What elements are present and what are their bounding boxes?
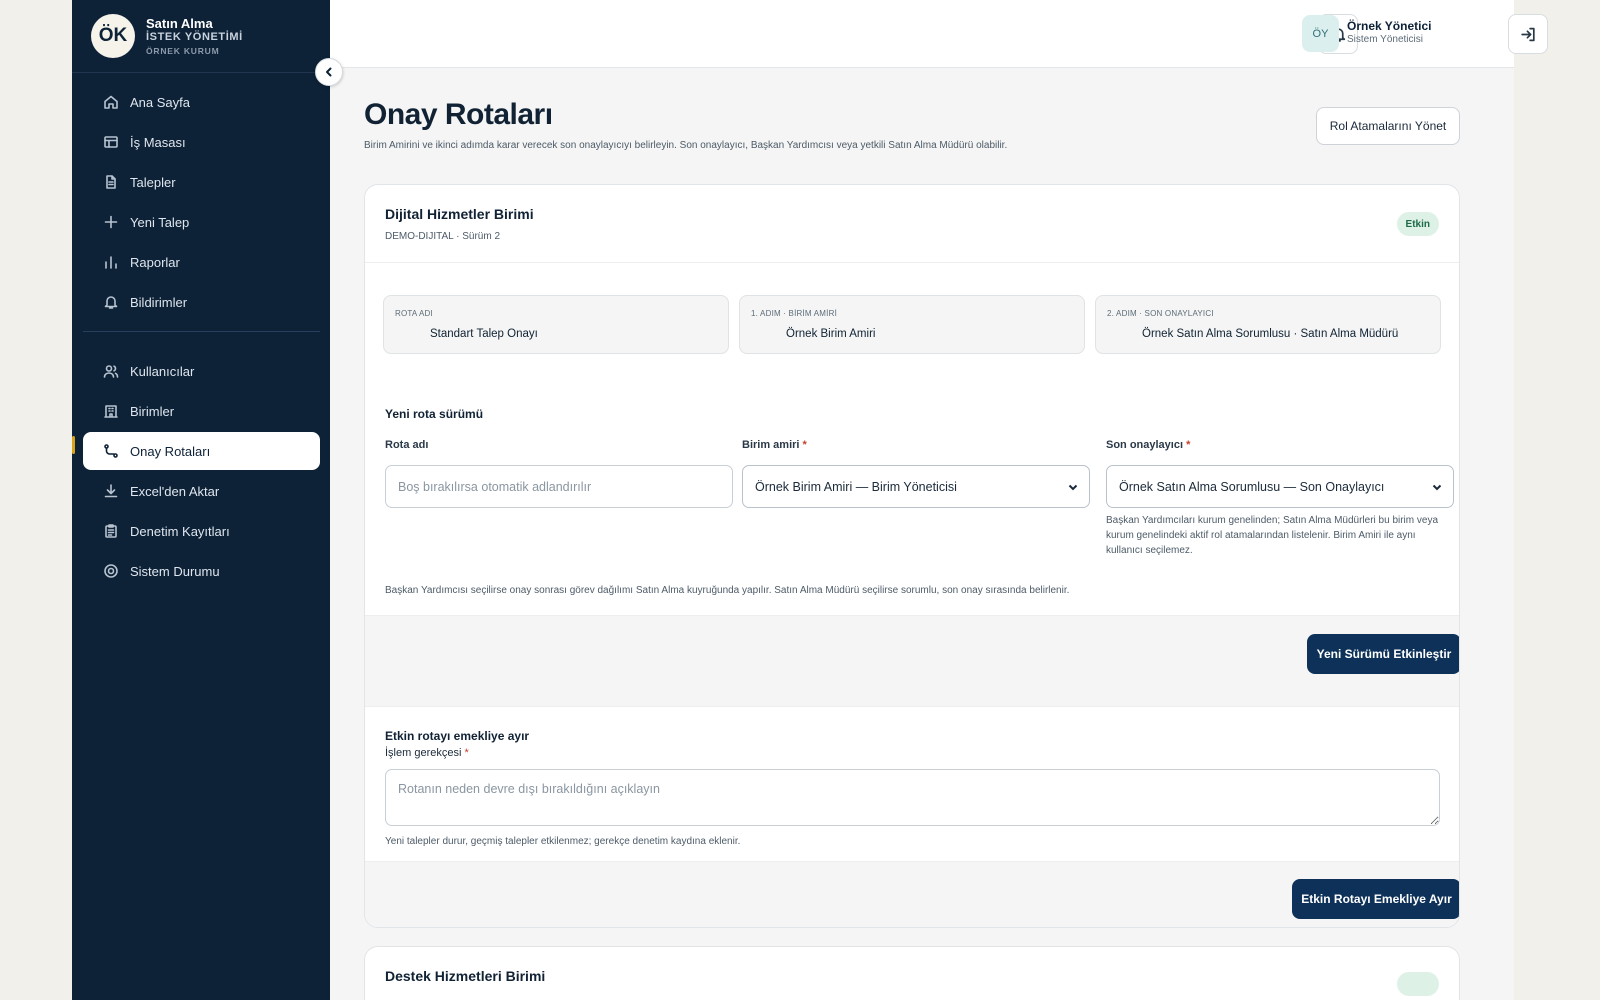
brand-title: Satın Alma: [146, 15, 213, 31]
sidebar-item-label: Kullanıcılar: [130, 363, 195, 379]
route-card: Destek Hizmetleri Birimi: [364, 946, 1460, 1000]
users-icon: [103, 365, 119, 378]
table-icon: [104, 136, 118, 148]
document-icon: [106, 175, 116, 189]
logout-button[interactable]: [1508, 14, 1548, 54]
card-header: Dijital Hizmetler Birimi DEMO-DIJITAL · …: [365, 185, 1459, 263]
bar-chart-icon: [105, 256, 117, 269]
select-value: Örnek Satın Alma Sorumlusu — Son Onaylay…: [1119, 479, 1385, 494]
new-version-title: Yeni rota sürümü: [385, 407, 484, 421]
sidebar-item-yeni-talep[interactable]: Yeni Talep: [83, 203, 320, 241]
action-band: Etkin Rotayı Emekliye Ayır: [365, 861, 1459, 927]
sidebar-item-label: Talepler: [130, 174, 176, 190]
sidebar-item-label: Birimler: [130, 403, 175, 419]
sidebar-item-label: Denetim Kayıtları: [130, 523, 230, 539]
sidebar-item-onay-rotalari[interactable]: Onay Rotaları: [83, 432, 320, 470]
chevron-down-icon: [1431, 481, 1443, 493]
sidebar-item-label: İş Masası: [130, 134, 186, 150]
user-info: Örnek Yönetici Sistem Yöneticisi: [1347, 19, 1431, 47]
info-label: 1. ADIM · BİRİM AMİRİ: [751, 309, 837, 318]
brand[interactable]: ÖK Satın Alma İSTEK YÖNETİMİ ÖRNEK KURUM: [91, 14, 243, 58]
sidebar-item-is-masasi[interactable]: İş Masası: [83, 123, 320, 161]
sidebar-item-denetim-kayitlari[interactable]: Denetim Kayıtları: [83, 512, 320, 550]
sidebar-item-label: Sistem Durumu: [130, 563, 220, 579]
home-icon: [104, 95, 118, 109]
final-approver-select[interactable]: Örnek Satın Alma Sorumlusu — Son Onaylay…: [1106, 465, 1454, 508]
manage-roles-button[interactable]: Rol Atamalarını Yönet: [1316, 107, 1460, 145]
select-value: Örnek Birim Amiri — Birim Yöneticisi: [755, 479, 957, 494]
info-route-name: ROTA ADI Standart Talep Onayı: [383, 295, 729, 354]
sidebar-item-raporlar[interactable]: Raporlar: [83, 243, 320, 281]
main-content: Onay Rotaları Birim Amirini ve ikinci ad…: [330, 68, 1514, 1000]
status-icon: [104, 564, 118, 578]
info-step-2: 2. ADIM · SON ONAYLAYICI Örnek Satın Alm…: [1095, 295, 1441, 354]
sidebar-collapse-button[interactable]: [315, 58, 343, 86]
final-approver-label: Son onaylayıcı *: [1106, 439, 1191, 451]
sidebar-item-label: Excel'den Aktar: [130, 483, 220, 499]
sidebar-item-birimler[interactable]: Birimler: [83, 392, 320, 430]
route-icon: [104, 444, 118, 458]
bell-icon: [104, 296, 118, 309]
sidebar-item-sistem-durumu[interactable]: Sistem Durumu: [83, 552, 320, 590]
unit-title: Dijital Hizmetler Birimi: [385, 206, 534, 222]
info-label: ROTA ADI: [395, 309, 433, 318]
sidebar-item-talepler[interactable]: Talepler: [83, 163, 320, 201]
info-step-1: 1. ADIM · BİRİM AMİRİ Örnek Birim Amiri: [739, 295, 1085, 354]
sidebar-item-label: Raporlar: [130, 254, 180, 270]
building-icon: [104, 405, 118, 418]
unit-title: Destek Hizmetleri Birimi: [385, 968, 546, 984]
action-band: Yeni Sürümü Etkinleştir: [365, 615, 1459, 707]
download-icon: [104, 484, 118, 498]
info-value: Standart Talep Onayı: [430, 328, 538, 340]
brand-logo: ÖK: [91, 14, 135, 58]
retire-route-button[interactable]: Etkin Rotayı Emekliye Ayır: [1292, 879, 1459, 919]
primary-nav: Ana Sayfa İş Masası Talepler Yeni Talep …: [83, 83, 320, 592]
topbar: ÖY Örnek Yönetici Sistem Yöneticisi: [330, 0, 1548, 68]
route-card: Dijital Hizmetler Birimi DEMO-DIJITAL · …: [364, 184, 1460, 928]
chevron-down-icon: [1067, 481, 1079, 493]
app-root: ÖK Satın Alma İSTEK YÖNETİMİ ÖRNEK KURUM…: [72, 0, 1548, 1000]
sidebar: ÖK Satın Alma İSTEK YÖNETİMİ ÖRNEK KURUM…: [72, 0, 330, 1000]
sidebar-item-excel-aktar[interactable]: Excel'den Aktar: [83, 472, 320, 510]
unit-manager-select[interactable]: Örnek Birim Amiri — Birim Yöneticisi: [742, 465, 1090, 508]
unit-subtitle: DEMO-DIJITAL · Sürüm 2: [385, 231, 501, 242]
sidebar-item-label: Onay Rotaları: [130, 443, 211, 459]
activate-version-button[interactable]: Yeni Sürümü Etkinleştir: [1307, 634, 1459, 674]
divider: [83, 331, 320, 332]
info-label: 2. ADIM · SON ONAYLAYICI: [1107, 309, 1214, 318]
brand-org: ÖRNEK KURUM: [146, 46, 220, 57]
page-description: Birim Amirini ve ikinci adımda karar ver…: [364, 140, 1008, 151]
brand-subtitle: İSTEK YÖNETİMİ: [146, 31, 243, 44]
sidebar-item-bildirimler[interactable]: Bildirimler: [83, 283, 320, 321]
sidebar-item-label: Bildirimler: [130, 294, 188, 310]
route-name-input[interactable]: [385, 465, 733, 508]
sidebar-item-label: Ana Sayfa: [130, 94, 190, 110]
user-name: Örnek Yönetici: [1347, 19, 1432, 33]
retire-help: Yeni talepler durur, geçmiş talepler etk…: [385, 836, 741, 847]
logout-icon: [1520, 27, 1535, 41]
divider: [72, 72, 330, 73]
route-name-label: Rota adı: [385, 439, 429, 451]
chevron-left-icon: [326, 67, 332, 77]
sidebar-item-ana-sayfa[interactable]: Ana Sayfa: [83, 83, 320, 121]
reason-textarea[interactable]: [385, 769, 1440, 826]
info-value: Örnek Satın Alma Sorumlusu · Satın Alma …: [1142, 328, 1399, 340]
status-badge: [1397, 972, 1439, 996]
unit-manager-label: Birim amiri *: [742, 439, 807, 451]
final-approver-help: Başkan Yardımcıları kurum genelinden; Sa…: [1106, 515, 1439, 556]
user-role: Sistem Yöneticisi: [1347, 34, 1423, 45]
status-badge: Etkin: [1396, 212, 1439, 236]
active-indicator: [72, 436, 75, 454]
info-value: Örnek Birim Amiri: [786, 328, 876, 340]
sidebar-item-kullanicilar[interactable]: Kullanıcılar: [83, 352, 320, 390]
plus-icon: [104, 215, 118, 229]
clipboard-icon: [105, 524, 117, 538]
sidebar-item-label: Yeni Talep: [130, 214, 190, 230]
avatar[interactable]: ÖY: [1302, 15, 1339, 52]
page-title: Onay Rotaları: [364, 98, 553, 131]
approver-footnote: Başkan Yardımcısı seçilirse onay sonrası…: [385, 585, 1070, 596]
reason-label: İşlem gerekçesi *: [385, 747, 469, 759]
retire-title: Etkin rotayı emekliye ayır: [385, 729, 530, 743]
